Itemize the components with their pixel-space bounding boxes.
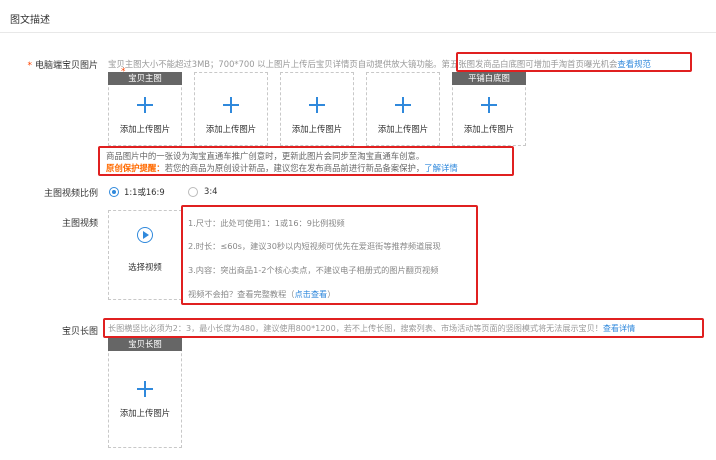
upload-slot-long-image[interactable]: 宝贝长图 添加上传图片 — [108, 338, 182, 448]
video-help-suffix: ） — [327, 289, 336, 299]
plus-icon — [137, 97, 153, 113]
video-help: 视频不会拍？查看完整教程（点击查看） — [188, 288, 335, 300]
plus-icon — [137, 381, 153, 397]
callout-white-bg-tip — [456, 52, 692, 72]
long-image-label: 宝贝长图 — [61, 327, 98, 337]
upload-slot-3[interactable]: 添加上传图片 — [280, 72, 354, 146]
upload-slot-main[interactable]: * 宝贝主图 添加上传图片 — [108, 67, 182, 146]
plus-icon — [309, 97, 325, 113]
video-note-duration: 2.时长：≤60s，建议30秒以内短视频可优先在爱逛街等推荐频道展现 — [188, 241, 441, 251]
video-help-text: 视频不会拍？查看完整教程（ — [188, 289, 295, 299]
slot-tag: 宝贝长图 — [108, 338, 182, 351]
ratio-radio-3-4[interactable] — [188, 187, 198, 197]
section-divider — [0, 32, 716, 33]
upload-slot-2[interactable]: 添加上传图片 — [194, 72, 268, 146]
upload-text: 添加上传图片 — [463, 124, 515, 134]
view-details-link[interactable]: 查看详情 — [603, 323, 635, 333]
ratio-radio-1-1-16-9[interactable] — [109, 187, 119, 197]
learn-more-link[interactable]: 了解详情 — [424, 163, 458, 173]
ratio-option-label: 1:1或16:9 — [124, 187, 165, 197]
video-note-content: 3.内容：突出商品1-2个核心卖点，不建议电子相册式的图片翻页视频 — [188, 265, 439, 275]
plus-icon — [395, 97, 411, 113]
pc-images-label-text: 电脑端宝贝图片 — [34, 61, 98, 71]
plus-icon — [223, 97, 239, 113]
upload-slot-white-bg[interactable]: 平铺白底图 添加上传图片 — [452, 72, 526, 146]
long-image-hint-text: 长图横竖比必须为2：3，最小长度为480，建议使用800*1200，若不上传长图… — [108, 323, 603, 333]
upload-text: 添加上传图片 — [377, 124, 429, 134]
pc-images-hint-text: 宝贝主图大小不能超过3MB；700*700 以上图片上传后宝贝详情页自动提供放大… — [108, 59, 442, 69]
upload-slot-4[interactable]: 添加上传图片 — [366, 72, 440, 146]
upload-text: 添加上传图片 — [119, 408, 171, 418]
section-title: 图文描述 — [10, 15, 50, 26]
play-icon — [137, 227, 153, 243]
main-video-label: 主图视频 — [61, 219, 98, 229]
slot-tag: 平铺白底图 — [452, 72, 526, 85]
upload-text: 添加上传图片 — [205, 124, 257, 134]
long-image-hint: 长图横竖比必须为2：3，最小长度为480，建议使用800*1200，若不上传长图… — [108, 323, 635, 334]
video-ratio-label: 主图视频比例 — [43, 189, 98, 199]
required-mark: * — [27, 61, 32, 71]
through-train-note: 商品图片中的一张设为淘宝直通车推广创意时，更新此图片会同步至淘宝直通车创意。 — [106, 151, 425, 161]
video-upload-box[interactable]: 选择视频 — [108, 210, 182, 300]
view-tutorial-link[interactable]: 点击查看 — [294, 289, 327, 299]
upload-text: 添加上传图片 — [291, 124, 343, 134]
original-protection-note: 原创保护提醒：若您的商品为原创设计新品，建议您在发布商品前进行新品备案保护，了解… — [106, 162, 458, 174]
protection-reminder-text: 若您的商品为原创设计新品，建议您在发布商品前进行新品备案保护， — [164, 163, 425, 173]
plus-icon — [481, 97, 497, 113]
video-note-size: 1.尺寸：此处可使用1：1或16：9比例视频 — [188, 218, 345, 228]
protection-reminder-label: 原创保护提醒： — [106, 163, 165, 173]
upload-text: 添加上传图片 — [119, 124, 171, 134]
slot-tag: 宝贝主图 — [108, 72, 182, 85]
pc-images-label: * 电脑端宝贝图片 — [20, 58, 98, 71]
select-video-text: 选择视频 — [128, 262, 162, 272]
ratio-option-label: 3:4 — [204, 186, 218, 196]
